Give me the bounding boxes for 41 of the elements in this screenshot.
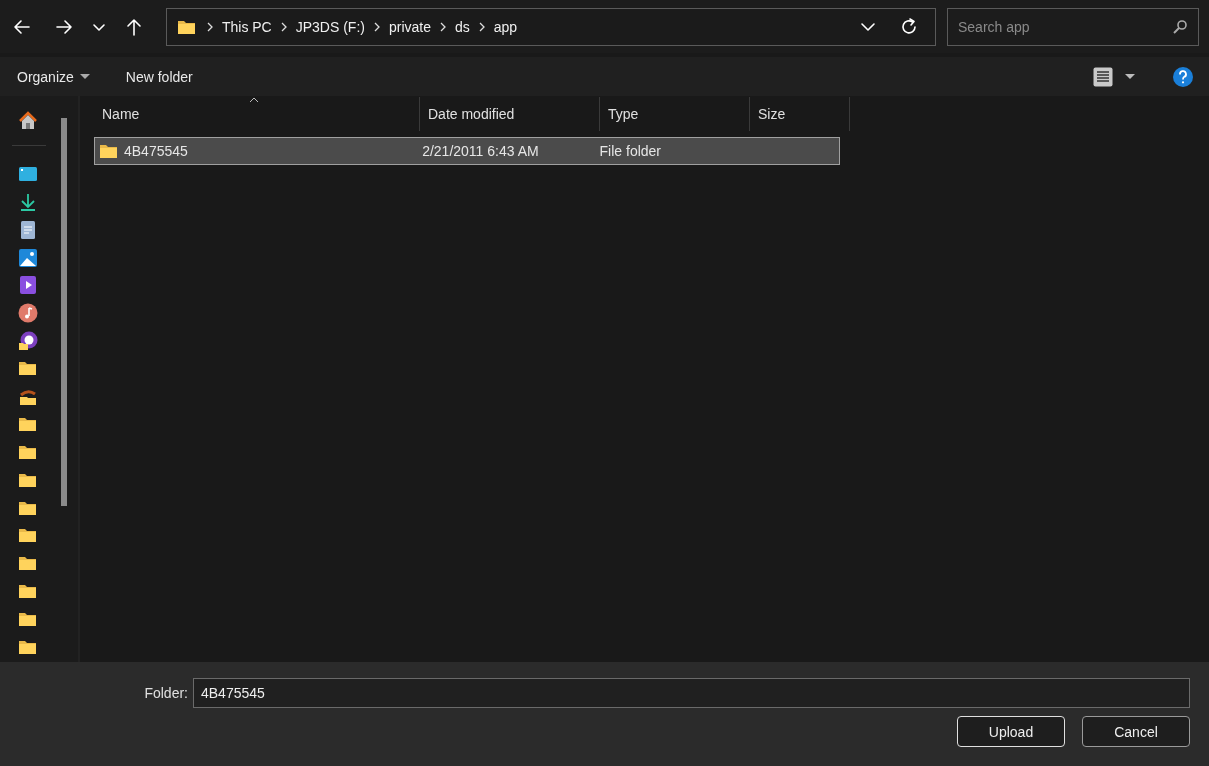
view-list-icon[interactable] xyxy=(1093,66,1113,87)
caret-icon[interactable] xyxy=(1125,73,1135,80)
column-header[interactable]: Size xyxy=(750,97,850,131)
scrollbar-thumb[interactable] xyxy=(61,118,67,506)
refresh-icon[interactable] xyxy=(899,16,919,37)
organize-menu[interactable]: Organize xyxy=(6,64,101,89)
chevron-right-icon xyxy=(477,20,486,33)
chevron-right-icon xyxy=(439,20,447,33)
column-header[interactable]: Name xyxy=(94,97,420,131)
breadcrumb-item[interactable]: app xyxy=(493,18,518,35)
breadcrumb-item[interactable]: ds xyxy=(455,18,470,35)
address-bar[interactable]: This PC JP3DS (F:) private ds app xyxy=(165,7,936,46)
download-icon[interactable] xyxy=(18,191,38,212)
upload-button[interactable]: Upload xyxy=(957,716,1065,747)
search-icon[interactable] xyxy=(1172,18,1188,35)
new-folder-button[interactable]: New folder xyxy=(114,64,204,89)
search-field[interactable]: Search app xyxy=(947,7,1199,46)
folder-icon xyxy=(99,142,118,160)
home-icon[interactable] xyxy=(18,110,38,131)
video-icon[interactable] xyxy=(18,275,38,296)
chevron-right-icon xyxy=(372,20,381,33)
file-row[interactable]: 4B475545 2/21/2011 6:43 AM File folder xyxy=(94,137,840,165)
field-label: Folder: xyxy=(144,685,188,701)
table-cell: File folder xyxy=(599,143,661,159)
column-header[interactable]: Date modified xyxy=(420,97,600,131)
help-icon[interactable] xyxy=(1173,66,1193,87)
chevron-right-icon xyxy=(205,20,214,33)
music-icon[interactable] xyxy=(18,303,38,324)
folder-input[interactable]: 4B475545 xyxy=(193,678,1190,708)
document-icon[interactable] xyxy=(18,219,38,240)
table-cell: 2/21/2011 6:43 AM xyxy=(422,143,539,159)
caret-icon xyxy=(79,73,90,80)
table-cell: 4B475545 xyxy=(124,143,188,159)
breadcrumb-item[interactable]: private xyxy=(388,18,431,35)
chevron-right-icon xyxy=(279,20,288,33)
column-header[interactable]: Type xyxy=(600,97,750,131)
cancel-button[interactable]: Cancel xyxy=(1082,716,1190,747)
breadcrumb-item[interactable]: JP3DS (F:) xyxy=(295,18,365,35)
breadcrumb-item[interactable]: This PC xyxy=(221,18,272,35)
picture-icon[interactable] xyxy=(18,247,38,268)
up-icon[interactable] xyxy=(124,16,144,37)
